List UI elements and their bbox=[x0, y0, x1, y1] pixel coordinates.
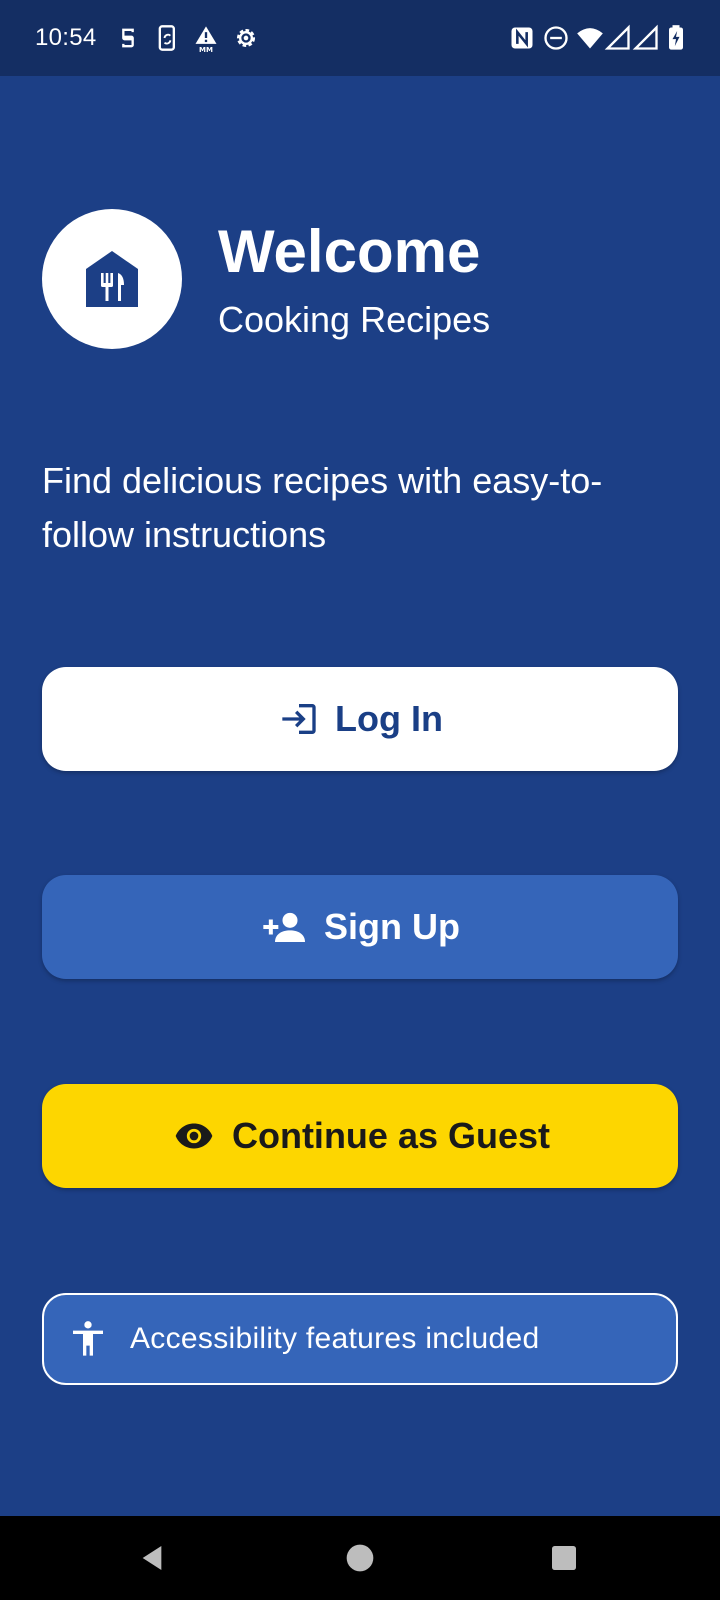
home-icon[interactable] bbox=[344, 1542, 376, 1574]
s-app-icon bbox=[114, 24, 142, 52]
mm-alert-icon: MM bbox=[192, 24, 220, 52]
login-button-label: Log In bbox=[335, 698, 443, 739]
signup-button-label: Sign Up bbox=[324, 906, 460, 947]
do-not-disturb-icon bbox=[542, 24, 570, 52]
house-fork-knife-icon bbox=[86, 251, 138, 307]
recents-icon[interactable] bbox=[548, 1542, 580, 1574]
accessibility-banner: Accessibility features included bbox=[42, 1293, 678, 1385]
signal-icon bbox=[604, 24, 632, 52]
login-button[interactable]: Log In bbox=[42, 667, 678, 771]
continue-as-guest-button[interactable]: Continue as Guest bbox=[42, 1084, 678, 1188]
wifi-icon bbox=[576, 24, 604, 52]
signal-icon bbox=[632, 24, 660, 52]
app-subtitle: Cooking Recipes bbox=[218, 299, 491, 340]
nfc-icon bbox=[508, 24, 536, 52]
settings-gear-icon bbox=[232, 24, 260, 52]
svg-text:MM: MM bbox=[199, 46, 213, 52]
eye-icon bbox=[175, 1123, 213, 1149]
accessibility-person-icon bbox=[73, 1321, 103, 1356]
app-tagline: Find delicious recipes with easy-to-foll… bbox=[42, 460, 603, 555]
accessibility-label: Accessibility features included bbox=[130, 1322, 540, 1355]
status-time: 10:54 bbox=[35, 24, 97, 51]
system-nav-bar bbox=[0, 1516, 720, 1600]
battery-charging-icon bbox=[662, 24, 690, 52]
login-icon bbox=[282, 704, 316, 734]
status-bar: 10:54 MM bbox=[0, 0, 720, 76]
signup-button[interactable]: Sign Up bbox=[42, 875, 678, 979]
app-logo bbox=[42, 209, 182, 349]
page-title: Welcome bbox=[218, 218, 481, 285]
phone-sync-icon bbox=[154, 24, 182, 52]
back-icon[interactable] bbox=[136, 1542, 168, 1574]
guest-button-label: Continue as Guest bbox=[231, 1115, 551, 1156]
person-add-icon bbox=[263, 912, 305, 942]
welcome-screen: Welcome Cooking Recipes Find delicious r… bbox=[0, 76, 720, 1516]
